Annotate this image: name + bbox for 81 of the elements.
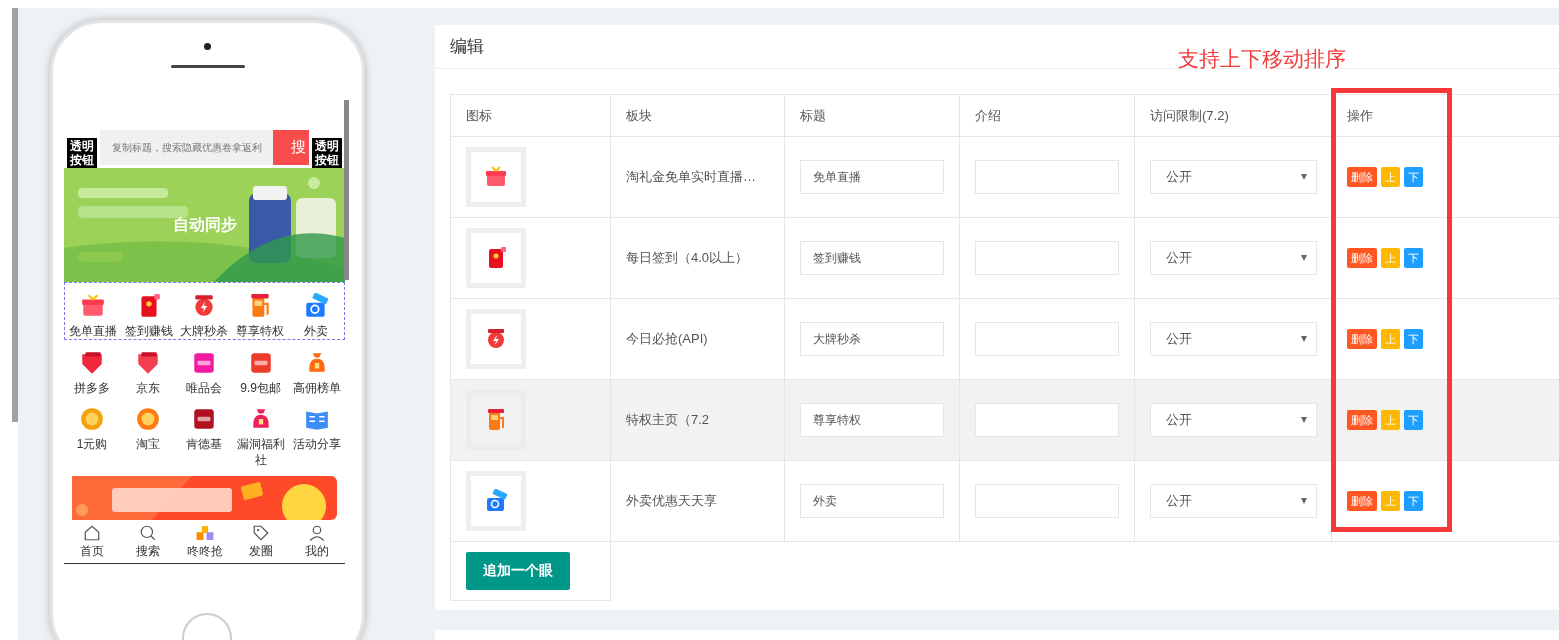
icon-frame[interactable] [466,228,526,288]
table-row[interactable]: 特权主页（7.2 尊享特权 公开 删除 上 下 [450,379,1559,461]
shortcut-label[interactable]: 淘宝 [136,436,161,452]
transparent-button[interactable]: 透明按钮 [312,138,342,168]
tab-item[interactable]: 搜索 [120,520,177,563]
title-input[interactable]: 大牌秒杀 [800,322,944,356]
icon-frame[interactable] [466,471,526,531]
shortcut-label[interactable]: 肯德基 [186,436,223,452]
table-row[interactable]: 淘礼金免单实时直播… 免单直播 公开 删除 上 下 [450,136,1559,218]
icon-frame[interactable] [466,390,526,450]
caret-icon [1301,174,1307,180]
icon-frame[interactable] [466,309,526,369]
person-icon [307,523,326,542]
shortcut-label[interactable]: 高佣榜单 [292,380,341,396]
tab-item[interactable]: 我的 [288,520,345,563]
home-icon [83,523,102,542]
title-input[interactable]: 尊享特权 [800,403,944,437]
search-icon [139,523,158,542]
coin-icon [135,406,162,432]
table-cell: 特权主页（7.2 [626,412,710,427]
camera-icon [204,43,211,50]
add-button[interactable]: 追加一个眼 [466,552,570,590]
caret-icon [1301,417,1307,423]
icon-grid[interactable]: 免单直播 签到赚钱 大牌秒杀 尊享特权 外卖 [64,282,345,340]
shortcut-label[interactable]: 活动分享 [292,436,341,452]
caret-icon [1301,336,1307,342]
table-cell: 淘礼金免单实时直播… [626,169,756,184]
shortcut-label[interactable]: 1元购 [76,436,108,452]
shortcut-label[interactable]: 免单直播 [68,323,117,339]
table-row[interactable]: 今日必抢(API) 大牌秒杀 公开 删除 上 下 [450,298,1559,380]
banner-caption: 自动同步 [172,214,237,235]
shortcut-label[interactable]: 大牌秒杀 [180,323,229,339]
column-header: 图标 [450,94,611,137]
table-row[interactable]: 每日签到（4.0以上） 签到赚钱 公开 删除 上 下 [450,217,1559,299]
table-cell: 外卖优惠天天享 [626,493,717,508]
shortcut-label[interactable]: 签到赚钱 [124,323,173,339]
column-header: 介绍 [959,94,1135,137]
shortcut-label[interactable]: 唯品会 [186,380,223,396]
intro-input[interactable] [975,241,1119,275]
transparent-button[interactable]: 透明按钮 [67,138,97,168]
search-field[interactable]: 复制标题，搜索隐藏优惠卷拿返利 [100,130,273,165]
blocks-icon [194,523,215,542]
shortcut-label[interactable]: 漏洞福利社 [235,436,286,468]
intro-input[interactable] [975,160,1119,194]
access-select[interactable]: 公开 [1150,322,1317,356]
column-header: 标题 [784,94,960,137]
tab-item[interactable]: 咚咚抢 [176,520,233,563]
table-cell: 今日必抢(API) [626,331,708,346]
column-header: 板块 [610,94,785,137]
title-input[interactable]: 免单直播 [800,160,944,194]
table-cell: 每日签到（4.0以上） [626,250,749,265]
gift-icon [484,165,508,189]
shortcut-label[interactable]: 尊享特权 [236,323,285,339]
access-select[interactable]: 公开 [1150,160,1317,194]
shortcut-label[interactable]: 9.9包邮 [240,380,282,396]
coin-icon [79,406,106,432]
access-select[interactable]: 公开 [1150,484,1317,518]
gift-icon [79,293,106,319]
tab-item[interactable]: 发圈 [232,520,289,563]
icon-grid[interactable]: 拼多多 京东 唯品会 9.9包邮 高佣榜单 1元购 淘宝 肯德基 漏洞福利社 活动分享 [64,340,345,472]
shortcut-label[interactable]: 京东 [136,380,161,396]
search-placeholder: 复制标题，搜索隐藏优惠卷拿返利 [112,140,262,155]
annotation-text: 支持上下移动排序 [1178,46,1346,72]
table-row[interactable]: 外卖优惠天天享 外卖 公开 删除 上 下 [450,460,1559,542]
caret-icon [1301,255,1307,261]
intro-input[interactable] [975,322,1119,356]
access-select[interactable]: 公开 [1150,403,1317,437]
card-title: 编辑 [450,36,484,58]
intro-input[interactable] [975,484,1119,518]
title-input[interactable]: 外卖 [800,484,944,518]
shortcut-label[interactable]: 拼多多 [74,380,111,396]
shortcut-label[interactable]: 外卖 [304,323,329,339]
caret-icon [1301,498,1307,504]
speaker-icon [171,65,245,68]
tab-item[interactable]: 首页 [64,520,121,563]
access-select[interactable]: 公开 [1150,241,1317,275]
intro-input[interactable] [975,403,1119,437]
tag-icon [251,523,270,542]
title-input[interactable]: 签到赚钱 [800,241,944,275]
icon-frame[interactable] [466,147,526,207]
column-header: 访问限制(7.2) [1134,94,1332,137]
